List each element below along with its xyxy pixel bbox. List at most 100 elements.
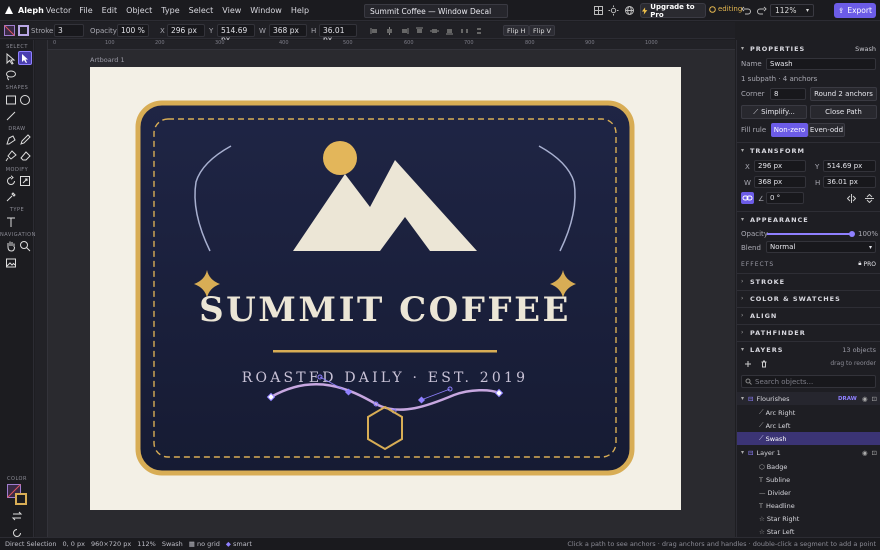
name-field[interactable]: Swash bbox=[766, 58, 876, 70]
expand-chevron-icon[interactable]: › bbox=[741, 312, 743, 319]
hand-tool-icon[interactable] bbox=[5, 240, 17, 252]
globe-icon[interactable] bbox=[624, 5, 635, 16]
direct-selection-tool-active[interactable] bbox=[18, 51, 32, 65]
fill-none-swatch[interactable] bbox=[4, 25, 15, 36]
distribute-h-icon[interactable] bbox=[460, 27, 469, 35]
simplify-button[interactable]: ⟋ Simplify... bbox=[741, 105, 807, 119]
opacity-field[interactable]: 100 % bbox=[117, 24, 149, 37]
round-anchors-button[interactable]: Round 2 anchors bbox=[810, 87, 877, 101]
artboard[interactable]: SUMMIT COFFEE ROASTED DAILY · EST. 2019 bbox=[90, 67, 681, 510]
opacity-slider-thumb[interactable] bbox=[849, 231, 855, 237]
zoom-select[interactable]: 112% ▾ bbox=[770, 4, 814, 17]
stroke-color-swatch[interactable] bbox=[15, 493, 27, 505]
zoom-tool-icon[interactable] bbox=[19, 240, 31, 252]
eye-icon[interactable]: ◉ bbox=[862, 449, 868, 457]
rotate-tool-icon[interactable] bbox=[5, 175, 17, 187]
eyedropper-tool-icon[interactable] bbox=[5, 191, 17, 203]
eraser-tool-icon[interactable] bbox=[19, 150, 31, 162]
corner-field[interactable]: 8 bbox=[770, 88, 806, 100]
transform-x-field[interactable]: 296 px bbox=[754, 160, 806, 172]
pathfinder-section-title[interactable]: PATHFINDER bbox=[750, 329, 806, 337]
lock-icon[interactable]: ⊡ bbox=[872, 395, 877, 403]
lock-icon[interactable]: ⊡ bbox=[872, 449, 877, 457]
flip-horizontal-icon[interactable] bbox=[847, 194, 856, 203]
menu-type[interactable]: Type bbox=[161, 6, 179, 15]
transform-w-field[interactable]: 368 px bbox=[754, 176, 806, 188]
transform-h-field[interactable]: 36.01 px bbox=[823, 176, 876, 188]
collapse-chevron-icon[interactable]: ▾ bbox=[741, 45, 744, 52]
close-path-button[interactable]: Close Path bbox=[810, 105, 877, 119]
layer-item-star-right[interactable]: ☆ Star Right bbox=[737, 512, 880, 525]
layer-item-headline[interactable]: T Headline bbox=[737, 499, 880, 512]
nonzero-button[interactable]: Non-zero bbox=[771, 123, 808, 137]
headline[interactable]: SUMMIT COFFEE bbox=[199, 290, 571, 330]
expand-chevron-icon[interactable]: › bbox=[741, 295, 743, 302]
eye-icon[interactable]: ◉ bbox=[862, 395, 868, 403]
sun-icon[interactable] bbox=[608, 5, 619, 16]
align-section-title[interactable]: ALIGN bbox=[750, 312, 777, 320]
divider[interactable] bbox=[273, 350, 497, 353]
evenodd-button[interactable]: Even-odd bbox=[808, 123, 845, 137]
color-swatches-section-title[interactable]: COLOR & SWATCHES bbox=[750, 295, 841, 303]
swap-colors-icon[interactable] bbox=[11, 510, 23, 522]
blend-select[interactable]: Normal ▾ bbox=[766, 241, 876, 253]
collapse-chevron-icon[interactable]: ▾ bbox=[741, 346, 744, 353]
align-top-icon[interactable] bbox=[415, 27, 424, 35]
layer-item-arc-left[interactable]: ⟋ Arc Left bbox=[737, 419, 880, 432]
menu-help[interactable]: Help bbox=[291, 6, 309, 15]
layer-item-divider[interactable]: — Divider bbox=[737, 486, 880, 499]
w-field[interactable]: 368 px bbox=[269, 24, 307, 37]
sun-shape[interactable] bbox=[323, 141, 357, 175]
menu-select[interactable]: Select bbox=[189, 6, 214, 15]
type-tool-icon[interactable] bbox=[5, 216, 17, 228]
flip-vertical-icon[interactable] bbox=[865, 194, 874, 203]
export-button[interactable]: ⇪ Export bbox=[834, 3, 876, 18]
layer-group-flourishes[interactable]: ▾ ⊟ Flourishes DRAW ◉ ⊡ bbox=[737, 392, 880, 405]
expand-chevron-icon[interactable]: › bbox=[741, 278, 743, 285]
align-center-icon[interactable] bbox=[385, 27, 394, 35]
layer-item-badge[interactable]: ⬡ Badge bbox=[737, 460, 880, 473]
pencil-tool-icon[interactable] bbox=[19, 134, 31, 146]
add-layer-icon[interactable] bbox=[744, 360, 752, 368]
menu-window[interactable]: Window bbox=[250, 6, 282, 15]
align-left-icon[interactable] bbox=[370, 27, 379, 35]
upgrade-button[interactable]: Upgrade to Pro bbox=[640, 3, 706, 19]
stroke-section-title[interactable]: STROKE bbox=[750, 278, 785, 286]
menu-object[interactable]: Object bbox=[126, 6, 152, 15]
snap-toggle[interactable]: ◆ smart bbox=[226, 540, 252, 548]
selection-tool-icon[interactable] bbox=[5, 53, 17, 65]
subline[interactable]: ROASTED DAILY · EST. 2019 bbox=[242, 370, 528, 386]
opacity-slider-track[interactable] bbox=[767, 231, 855, 237]
distribute-v-icon[interactable] bbox=[475, 27, 484, 35]
ellipse-tool-icon[interactable] bbox=[19, 94, 31, 106]
chevron-down-icon[interactable]: ▾ bbox=[741, 449, 744, 456]
line-tool-icon[interactable] bbox=[5, 110, 17, 122]
grid-view-icon[interactable] bbox=[593, 5, 604, 16]
grid-toggle[interactable]: ▦ no grid bbox=[189, 540, 220, 548]
expand-chevron-icon[interactable]: › bbox=[741, 329, 743, 336]
scale-tool-icon[interactable] bbox=[19, 175, 31, 187]
collapse-chevron-icon[interactable]: ▾ bbox=[741, 216, 744, 223]
h-field[interactable]: 36.01 px bbox=[319, 24, 357, 44]
rotation-field[interactable]: 0 ° bbox=[766, 192, 804, 204]
transform-y-field[interactable]: 514.69 px bbox=[823, 160, 876, 172]
chevron-down-icon[interactable]: ▾ bbox=[741, 395, 744, 402]
y-field[interactable]: 514.69 px bbox=[217, 24, 255, 44]
rectangle-tool-icon[interactable] bbox=[5, 94, 17, 106]
align-bottom-icon[interactable] bbox=[445, 27, 454, 35]
collapse-chevron-icon[interactable]: ▾ bbox=[741, 147, 744, 154]
document-title-field[interactable]: Summit Coffee — Window Decal bbox=[364, 4, 508, 18]
layer-group-layer-1[interactable]: ▾ ⊟ Layer 1 ◉ ⊡ bbox=[737, 446, 880, 459]
layer-item-arc-right[interactable]: ⟋ Arc Right bbox=[737, 406, 880, 419]
menu-view[interactable]: View bbox=[222, 6, 241, 15]
image-tool-icon[interactable] bbox=[5, 257, 17, 269]
pen-tool-icon[interactable] bbox=[5, 134, 17, 146]
stroke-width-field[interactable]: 3 bbox=[54, 24, 84, 37]
brush-tool-icon[interactable] bbox=[5, 150, 17, 162]
flip-h-button[interactable]: Flip H bbox=[503, 25, 530, 36]
constrain-proportions-toggle[interactable] bbox=[741, 192, 754, 204]
redo-icon[interactable] bbox=[756, 5, 767, 16]
x-field[interactable]: 296 px bbox=[167, 24, 205, 37]
align-middle-icon[interactable] bbox=[430, 27, 439, 35]
flip-v-button[interactable]: Flip V bbox=[529, 25, 555, 36]
